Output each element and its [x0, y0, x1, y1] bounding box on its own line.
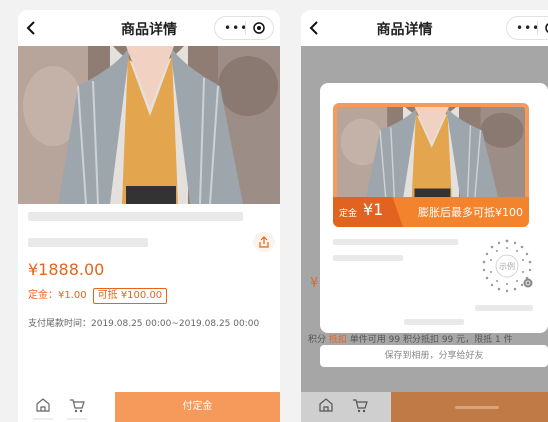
save-to-album-button[interactable]: 保存到相册，分享给好友 — [320, 345, 548, 367]
subtitle-placeholder — [28, 238, 148, 247]
capsule-divider — [245, 22, 246, 34]
mini-program-capsule: ••• — [506, 16, 548, 40]
pay-button-dimmed — [391, 392, 548, 422]
home-tab-placeholder — [33, 418, 53, 420]
poster-product-image — [337, 107, 525, 199]
price: ¥1888.00 — [28, 260, 105, 279]
navbar: 商品详情 ••• — [301, 10, 548, 46]
page-title: 商品详情 — [376, 22, 433, 38]
poster-title-placeholder — [333, 239, 458, 245]
pay-label-placeholder — [455, 406, 499, 409]
bottom-bar-dimmed — [301, 392, 548, 422]
deposit-label: 定金：¥1.00 — [28, 290, 87, 301]
deposit-row: 定金：¥1.00 可抵 ¥100.00 — [28, 286, 168, 304]
deduction-tag: 抵扣 — [328, 335, 347, 345]
title-placeholder — [28, 212, 243, 221]
cart-tab-placeholder — [67, 418, 87, 420]
mini-program-capsule: ••• — [214, 16, 274, 40]
background-price: ¥ — [310, 276, 319, 291]
points-label: 积分 — [308, 335, 327, 345]
share-poster-popup: 定金 ¥1 膨胀后最多可抵¥100 示例 — [320, 83, 548, 333]
navbar: 商品详情 ••• — [18, 10, 280, 46]
qr-sample-label: 示例 — [499, 261, 515, 271]
balance-payment-time: 支付尾款时间：2019.08.25 00:00~2019.08.25 00:00 — [28, 319, 260, 329]
poster-subtitle-placeholder — [333, 255, 403, 261]
banner-deposit-label: 定金 — [339, 209, 358, 219]
deduction-detail: 单件可用 99 积分抵扣 99 元，限抵 1 件 — [349, 335, 513, 345]
sample-qr-code: 示例 — [479, 238, 535, 294]
banner-expand-text: 膨胀后最多可抵¥100 — [418, 206, 523, 219]
banner-deposit-value: ¥1 — [363, 200, 384, 219]
qr-caption-placeholder — [475, 305, 533, 311]
share-poster-screen: 商品详情 ••• ¥ 积分 抵扣 单件可用 99 积分抵扣 99 元，限抵 1 … — [301, 10, 548, 422]
poster-card: 定金 ¥1 膨胀后最多可抵¥100 — [333, 103, 529, 227]
bottom-bar: 付定金 — [18, 392, 280, 422]
points-deduction-text: 积分 抵扣 单件可用 99 积分抵扣 99 元，限抵 1 件 — [308, 332, 548, 345]
close-target-icon[interactable] — [253, 22, 265, 34]
share-icon[interactable] — [253, 232, 275, 252]
poster-banner: 定金 ¥1 膨胀后最多可抵¥100 — [333, 197, 529, 227]
poster-footer-placeholder — [404, 319, 464, 325]
home-icon — [319, 398, 333, 412]
product-detail-screen: 商品详情 ••• ¥1888.00 定金：¥1.00 可抵 ¥100.00 支付尾… — [18, 10, 280, 422]
home-icon[interactable] — [34, 396, 52, 414]
cart-icon[interactable] — [68, 396, 86, 414]
product-image[interactable] — [18, 46, 280, 204]
capsule-divider — [537, 22, 538, 34]
pay-deposit-button[interactable]: 付定金 — [115, 392, 280, 422]
cart-icon — [353, 399, 368, 413]
deduct-tag: 可抵 ¥100.00 — [92, 288, 168, 304]
